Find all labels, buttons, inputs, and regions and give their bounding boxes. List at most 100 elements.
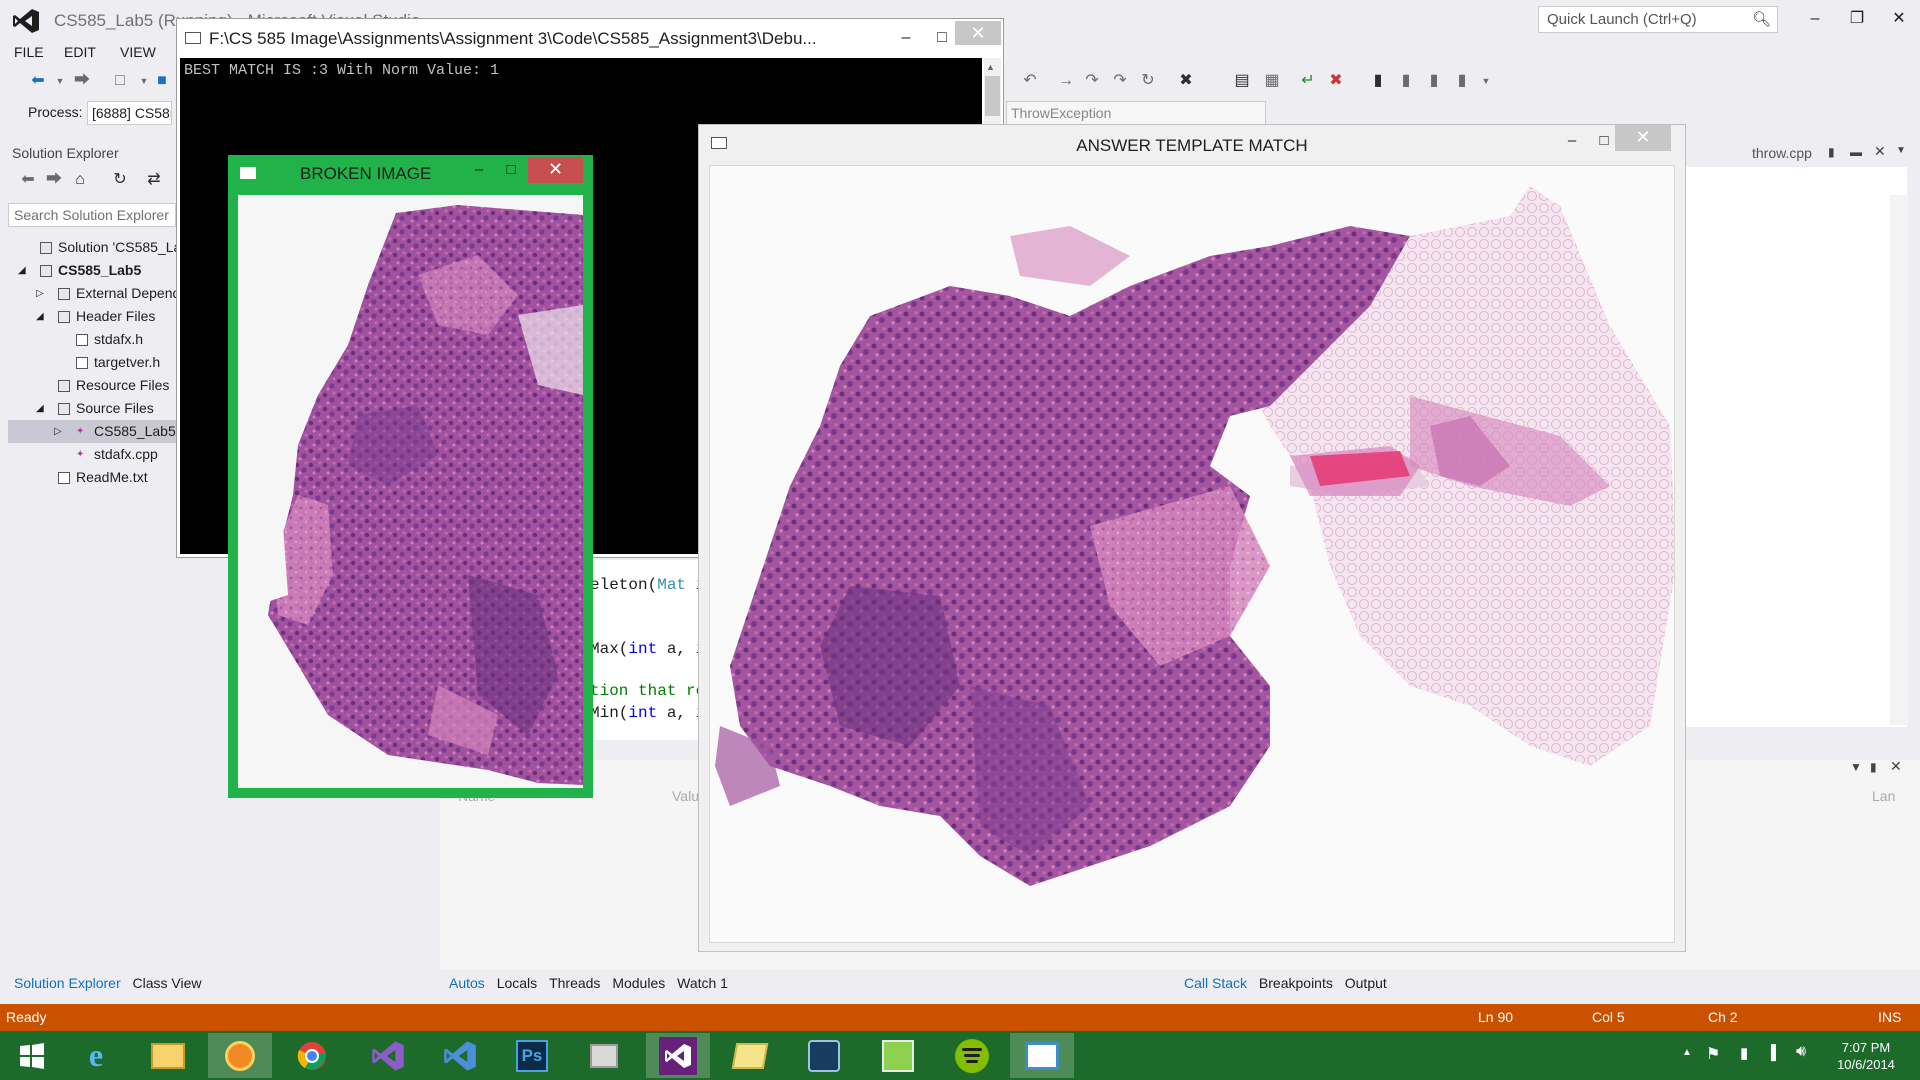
taskbar-folder-app[interactable] bbox=[718, 1033, 782, 1078]
console-scroll-thumb[interactable] bbox=[985, 76, 1000, 116]
tree-item[interactable]: ◢ Source Files bbox=[8, 397, 176, 420]
tray-expand-icon[interactable]: ▲ bbox=[1682, 1047, 1692, 1058]
panel-dropdown-icon[interactable]: ▼ bbox=[1850, 760, 1862, 774]
editor-scrollbar[interactable] bbox=[1890, 195, 1908, 725]
step-out-icon[interactable]: ↻ bbox=[1138, 71, 1158, 91]
clear-bookmarks-icon[interactable]: ▮ bbox=[1452, 71, 1472, 91]
answer-close-button[interactable]: ✕ bbox=[1615, 125, 1671, 151]
open-file-icon[interactable]: ■ bbox=[152, 71, 172, 91]
taskbar-visual-studio-2[interactable] bbox=[428, 1033, 492, 1078]
expanded-arrow-icon[interactable]: ◢ bbox=[18, 259, 26, 282]
step-into-icon[interactable]: ↷ bbox=[1082, 71, 1102, 91]
restore-button[interactable]: ❐ bbox=[1840, 6, 1874, 32]
console-titlebar[interactable]: F:\CS 585 Image\Assignments\Assignment 3… bbox=[177, 19, 1003, 57]
signal-icon[interactable]: ▐ bbox=[1766, 1044, 1776, 1060]
forward-icon[interactable]: ⮕ bbox=[44, 170, 64, 190]
new-project-icon[interactable]: □ bbox=[110, 71, 130, 91]
bookmark-icon[interactable]: ▮ bbox=[1368, 71, 1388, 91]
hex-display-icon[interactable]: ✖ bbox=[1176, 71, 1196, 91]
battery-icon[interactable]: ▮ bbox=[1740, 1044, 1748, 1062]
next-bookmark-icon[interactable]: ▮ bbox=[1424, 71, 1444, 91]
menu-file[interactable]: FILE bbox=[14, 44, 44, 60]
thread-icon[interactable]: ▤ bbox=[1232, 71, 1252, 91]
tab-watch-1[interactable]: Watch 1 bbox=[677, 975, 728, 991]
taskbar-chrome[interactable] bbox=[280, 1033, 344, 1078]
taskbar-spotify[interactable] bbox=[940, 1033, 1004, 1078]
breakpoint-icon[interactable]: ↵ bbox=[1298, 71, 1318, 91]
minimize-button[interactable]: – bbox=[1798, 6, 1832, 32]
tree-item[interactable]: ✦ stdafx.cpp bbox=[8, 443, 176, 466]
taskbar-visual-studio-active[interactable] bbox=[646, 1033, 710, 1078]
dropdown-arrow-icon-2[interactable]: ▼ bbox=[134, 71, 154, 91]
collapsed-arrow-icon[interactable]: ▷ bbox=[36, 282, 44, 305]
taskbar-window-app[interactable] bbox=[1010, 1033, 1074, 1078]
menu-edit[interactable]: EDIT bbox=[64, 44, 96, 60]
console-maximize-button[interactable]: □ bbox=[925, 25, 959, 51]
action-center-flag-icon[interactable]: ⚑ bbox=[1706, 1044, 1720, 1064]
tab-call-stack[interactable]: Call Stack bbox=[1184, 975, 1247, 991]
tree-item[interactable]: ▷ External Dependencies bbox=[8, 282, 176, 305]
tab-class-view[interactable]: Class View bbox=[133, 975, 202, 991]
tree-item[interactable]: stdafx.h bbox=[8, 328, 176, 351]
taskbar-clock[interactable]: 7:07 PM 10/6/2014 bbox=[1816, 1039, 1916, 1073]
tree-item[interactable]: Solution 'CS585_Lab5' bbox=[8, 236, 176, 259]
scroll-up-icon[interactable]: ▲ bbox=[986, 62, 995, 72]
broken-close-button[interactable]: ✕ bbox=[528, 157, 583, 183]
tree-item[interactable]: ◢ CS585_Lab5 bbox=[8, 259, 176, 282]
expanded-arrow-icon[interactable]: ◢ bbox=[36, 305, 44, 328]
quick-launch-input[interactable]: Quick Launch (Ctrl+Q) 🔍︎ bbox=[1538, 6, 1778, 33]
console-minimize-button[interactable]: – bbox=[889, 25, 923, 51]
clear-breakpoint-icon[interactable]: ✖ bbox=[1326, 71, 1346, 91]
taskbar-photoshop[interactable]: Ps bbox=[500, 1033, 564, 1078]
tab-breakpoints[interactable]: Breakpoints bbox=[1259, 975, 1333, 991]
console-close-button[interactable]: ✕ bbox=[955, 21, 1001, 45]
tree-item[interactable]: ReadMe.txt bbox=[8, 466, 176, 489]
tree-item[interactable]: ◢ Header Files bbox=[8, 305, 176, 328]
tab-output[interactable]: Output bbox=[1345, 975, 1387, 991]
broken-image-window[interactable]: BROKEN IMAGE – □ ✕ bbox=[228, 155, 593, 798]
tab-threads[interactable]: Threads bbox=[549, 975, 600, 991]
tab-solution-explorer[interactable]: Solution Explorer bbox=[14, 975, 121, 991]
taskbar-notepad-plus[interactable] bbox=[866, 1033, 930, 1078]
answer-minimize-button[interactable]: – bbox=[1557, 132, 1587, 154]
taskbar-cube-app[interactable] bbox=[572, 1033, 636, 1078]
process-dropdown[interactable]: [6888] CS585_Lab5.exe bbox=[87, 101, 172, 125]
close-button[interactable]: ✕ bbox=[1882, 6, 1916, 32]
taskbar-visual-studio[interactable] bbox=[356, 1033, 420, 1078]
pin-icon[interactable]: ▮ bbox=[1828, 145, 1835, 159]
undo-icon[interactable]: ↶ bbox=[1020, 71, 1040, 91]
panel-close-icon[interactable]: ✕ bbox=[1890, 758, 1902, 775]
tab-autos[interactable]: Autos bbox=[449, 975, 485, 991]
dropdown-arrow-icon[interactable]: ▼ bbox=[50, 71, 70, 91]
sync-icon[interactable]: ↻ bbox=[110, 170, 130, 190]
tree-item[interactable]: Resource Files bbox=[8, 374, 176, 397]
broken-minimize-button[interactable]: – bbox=[464, 161, 494, 183]
refresh-icon[interactable]: ⇄ bbox=[144, 170, 164, 190]
prev-bookmark-icon[interactable]: ▮ bbox=[1396, 71, 1416, 91]
forward-icon[interactable]: ⮕ bbox=[72, 71, 92, 91]
back-icon[interactable]: ⬅︎ bbox=[28, 71, 48, 91]
taskbar-start-button[interactable] bbox=[0, 1033, 64, 1078]
menu-view[interactable]: VIEW bbox=[120, 44, 156, 60]
taskbar-file-explorer[interactable] bbox=[136, 1033, 200, 1078]
tree-item[interactable]: targetver.h bbox=[8, 351, 176, 374]
panel-pin-icon[interactable]: ▮ bbox=[1870, 760, 1877, 774]
thread-dropdown[interactable]: ThrowException bbox=[1006, 101, 1266, 125]
tab-modules[interactable]: Modules bbox=[612, 975, 665, 991]
volume-icon[interactable]: 🔊︎ bbox=[1796, 1043, 1806, 1061]
taskbar-internet-explorer[interactable]: e bbox=[64, 1033, 128, 1078]
toolbar-overflow-icon[interactable]: ▼ bbox=[1476, 71, 1496, 91]
home-icon[interactable]: ⌂ bbox=[70, 170, 90, 190]
expanded-arrow-icon[interactable]: ◢ bbox=[36, 397, 44, 420]
back-icon[interactable]: ⬅︎ bbox=[18, 170, 38, 190]
step-over-icon[interactable]: ↷ bbox=[1110, 71, 1130, 91]
tree-item[interactable]: ▷ ✦ CS585_Lab5.cpp bbox=[8, 420, 176, 443]
broken-maximize-button[interactable]: □ bbox=[496, 161, 526, 183]
step-icon[interactable]: → bbox=[1056, 71, 1076, 91]
tab-dropdown-icon[interactable]: ▼ bbox=[1896, 145, 1906, 156]
solution-search-input[interactable]: Search Solution Explorer bbox=[8, 203, 176, 227]
taskbar-dark-app[interactable] bbox=[792, 1033, 856, 1078]
code-editor-fragment[interactable]: eleton(Mat in Max(int a, in tion that re… bbox=[586, 560, 715, 740]
tab-locals[interactable]: Locals bbox=[497, 975, 537, 991]
document-tab-throw-cpp[interactable]: throw.cpp bbox=[1752, 145, 1812, 161]
